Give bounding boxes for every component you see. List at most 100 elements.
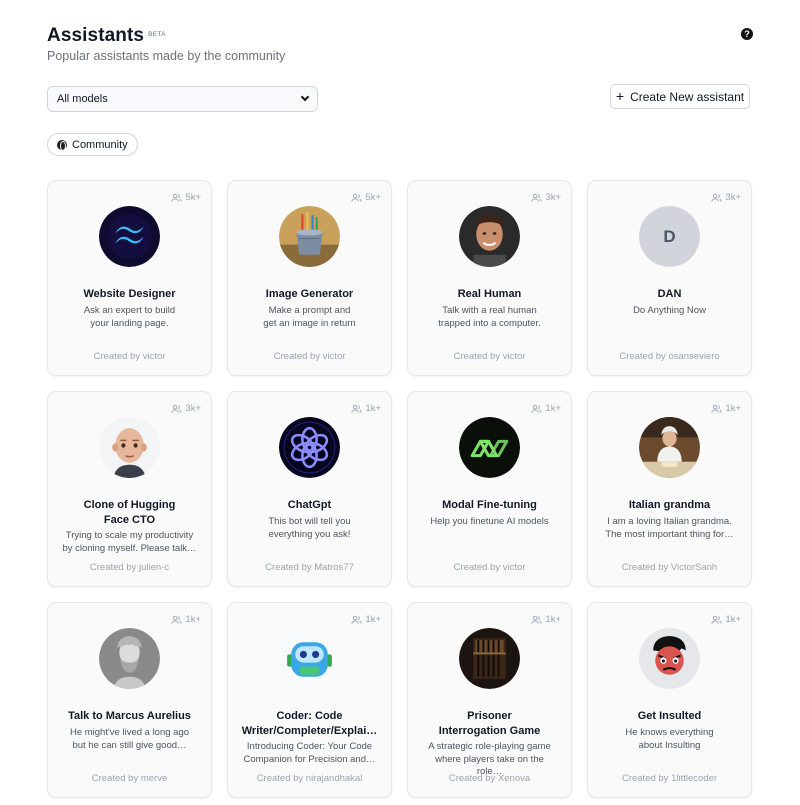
assistant-name: Coder: Code Writer/Completer/Explai… xyxy=(238,709,381,739)
create-button-label: Create New assistant xyxy=(630,89,745,104)
user-count: 5k+ xyxy=(171,192,201,203)
page-subtitle: Popular assistants made by the community xyxy=(47,49,286,63)
assistant-creator: Created by Xenova xyxy=(448,773,531,784)
assistant-name-line: Writer/Completer/Explai… xyxy=(241,725,378,737)
assistant-name: ChatGpt xyxy=(238,498,381,513)
assistant-name: Prisoner Interrogation Game xyxy=(418,709,561,739)
community-filter-pill[interactable]: Community xyxy=(47,133,138,156)
user-count-value: 5k+ xyxy=(185,192,201,203)
assistant-description: Talk with a real human trapped into a com… xyxy=(422,305,557,330)
assistant-description: Help you finetune AI models xyxy=(422,516,557,529)
assistant-description-line: He knows everything xyxy=(625,727,714,738)
page-title: Assistants xyxy=(47,25,145,46)
user-count-value: 1k+ xyxy=(365,614,381,625)
user-count-value: 3k+ xyxy=(725,192,741,203)
assistant-name-line: Coder: Code xyxy=(276,710,343,722)
assistant-description: He might've lived a long ago but he can s… xyxy=(62,727,197,752)
assistant-name: Image Generator xyxy=(238,287,381,302)
model-select[interactable]: All models xyxy=(47,86,318,112)
assistant-description: Trying to scale my productivity by clonin… xyxy=(62,530,197,555)
assistant-creator: Created by osanseviero xyxy=(619,351,720,362)
assistant-description-line: I am a loving Italian grandma. xyxy=(607,516,732,527)
assistant-name: Website Designer xyxy=(58,287,201,302)
assistant-description-line: Make a prompt and xyxy=(268,305,351,316)
user-count-value: 3k+ xyxy=(185,403,201,414)
assistant-card[interactable]: 3k+ D DAN Do Anything Now Created by osansev… xyxy=(587,180,752,376)
assistant-name-line: Modal Fine-tuning xyxy=(442,499,537,511)
assistant-name-line: Get Insulted xyxy=(637,710,702,722)
users-icon xyxy=(711,615,722,624)
assistant-card[interactable]: 1k+ Modal Fine-tuning Help you finetune AI… xyxy=(407,391,572,587)
assistant-name-line: DAN xyxy=(657,288,682,300)
assistant-avatar xyxy=(639,628,700,689)
user-count-value: 1k+ xyxy=(725,403,741,414)
assistant-avatar xyxy=(99,206,160,267)
assistant-creator: Created by 1littlecoder xyxy=(621,773,718,784)
user-count: 1k+ xyxy=(531,614,561,625)
user-count-value: 1k+ xyxy=(545,403,561,414)
assistant-name-line: Website Designer xyxy=(83,288,176,300)
assistant-card[interactable]: 1k+ Coder: Code Writer/Completer/Explai… In… xyxy=(227,602,392,798)
assistant-description-line: Do Anything Now xyxy=(633,305,706,316)
assistant-description-line: everything you ask! xyxy=(268,528,351,540)
assistant-card[interactable]: 1k+ ChatGpt This bot will tell you everythi… xyxy=(227,391,392,587)
assistant-card[interactable]: 3k+ Clone of Hugging Face CTO Trying to sca… xyxy=(47,391,212,587)
question-circle-icon[interactable]: ? xyxy=(741,28,753,40)
assistant-name-line: ChatGpt xyxy=(287,499,332,511)
avatar-letter: D xyxy=(639,206,700,267)
assistant-avatar xyxy=(459,628,520,689)
assistant-avatar xyxy=(279,206,340,267)
users-icon xyxy=(351,615,362,624)
user-count: 3k+ xyxy=(531,192,561,203)
assistant-card[interactable]: 1k+ Get Insulted He knows everything about … xyxy=(587,602,752,798)
assistant-name: Italian grandma xyxy=(598,498,741,513)
create-new-assistant-button[interactable]: + Create New assistant xyxy=(610,84,750,109)
users-icon xyxy=(351,404,362,413)
user-count: 3k+ xyxy=(711,192,741,203)
assistant-description-line: get an image in return xyxy=(263,317,356,329)
users-icon xyxy=(171,404,182,413)
user-count: 1k+ xyxy=(531,403,561,414)
assistant-card[interactable]: 5k+ Website Designer Ask an expert to buil… xyxy=(47,180,212,376)
assistant-creator: Created by victor xyxy=(453,562,526,573)
assistant-avatar xyxy=(279,417,340,478)
assistant-creator: Created by victor xyxy=(93,351,166,362)
assistant-name-line: Italian grandma xyxy=(628,499,711,511)
assistant-description-line: about Insulting xyxy=(638,739,701,751)
users-icon xyxy=(171,615,182,624)
assistant-name-line: Talk to Marcus Aurelius xyxy=(68,710,191,722)
assistant-card[interactable]: 5k+ Image Generator Make a prompt and get a… xyxy=(227,180,392,376)
assistant-name: Modal Fine-tuning xyxy=(418,498,561,513)
assistant-creator: Created by VictorSanh xyxy=(621,562,718,573)
assistant-card[interactable]: 1k+ Prisoner Interrogation Game A strategic… xyxy=(407,602,572,798)
model-select-value: All models xyxy=(57,93,108,105)
assistant-creator: Created by merve xyxy=(91,773,168,784)
user-count-value: 5k+ xyxy=(365,192,381,203)
assistant-card[interactable]: 1k+ Italian grandma I am a loving Italian … xyxy=(587,391,752,587)
assistant-avatar xyxy=(99,417,160,478)
assistant-avatar xyxy=(459,206,520,267)
assistant-description-line: The most important thing for… xyxy=(605,528,734,540)
users-icon xyxy=(531,404,542,413)
assistant-description: I am a loving Italian grandma. The most i… xyxy=(602,516,737,541)
assistant-avatar xyxy=(459,417,520,478)
users-icon xyxy=(531,193,542,202)
assistant-description-line: This bot will tell you xyxy=(268,516,351,527)
assistant-avatar: D xyxy=(639,206,700,267)
assistant-name-line: Face CTO xyxy=(103,514,156,526)
assistant-name: Get Insulted xyxy=(598,709,741,724)
user-count-value: 1k+ xyxy=(545,614,561,625)
assistant-card[interactable]: 3k+ Real Human Talk with a real human trapp… xyxy=(407,180,572,376)
assistant-name: DAN xyxy=(598,287,741,302)
assistant-description-line: but he can still give good… xyxy=(72,739,187,751)
assistant-description-line: Companion for Precision and… xyxy=(243,753,376,765)
assistant-description-line: your landing page. xyxy=(90,317,169,329)
assistant-description: This bot will tell you everything you ask… xyxy=(242,516,377,541)
assistant-description-line: A strategic role-playing game xyxy=(428,741,551,752)
assistant-name: Clone of Hugging Face CTO xyxy=(58,498,201,528)
user-count-value: 3k+ xyxy=(545,192,561,203)
assistant-creator: Created by victor xyxy=(453,351,526,362)
assistant-card[interactable]: 1k+ Talk to Marcus Aurelius He might've li… xyxy=(47,602,212,798)
user-count: 1k+ xyxy=(351,403,381,414)
assistant-name-line: Interrogation Game xyxy=(438,725,541,737)
